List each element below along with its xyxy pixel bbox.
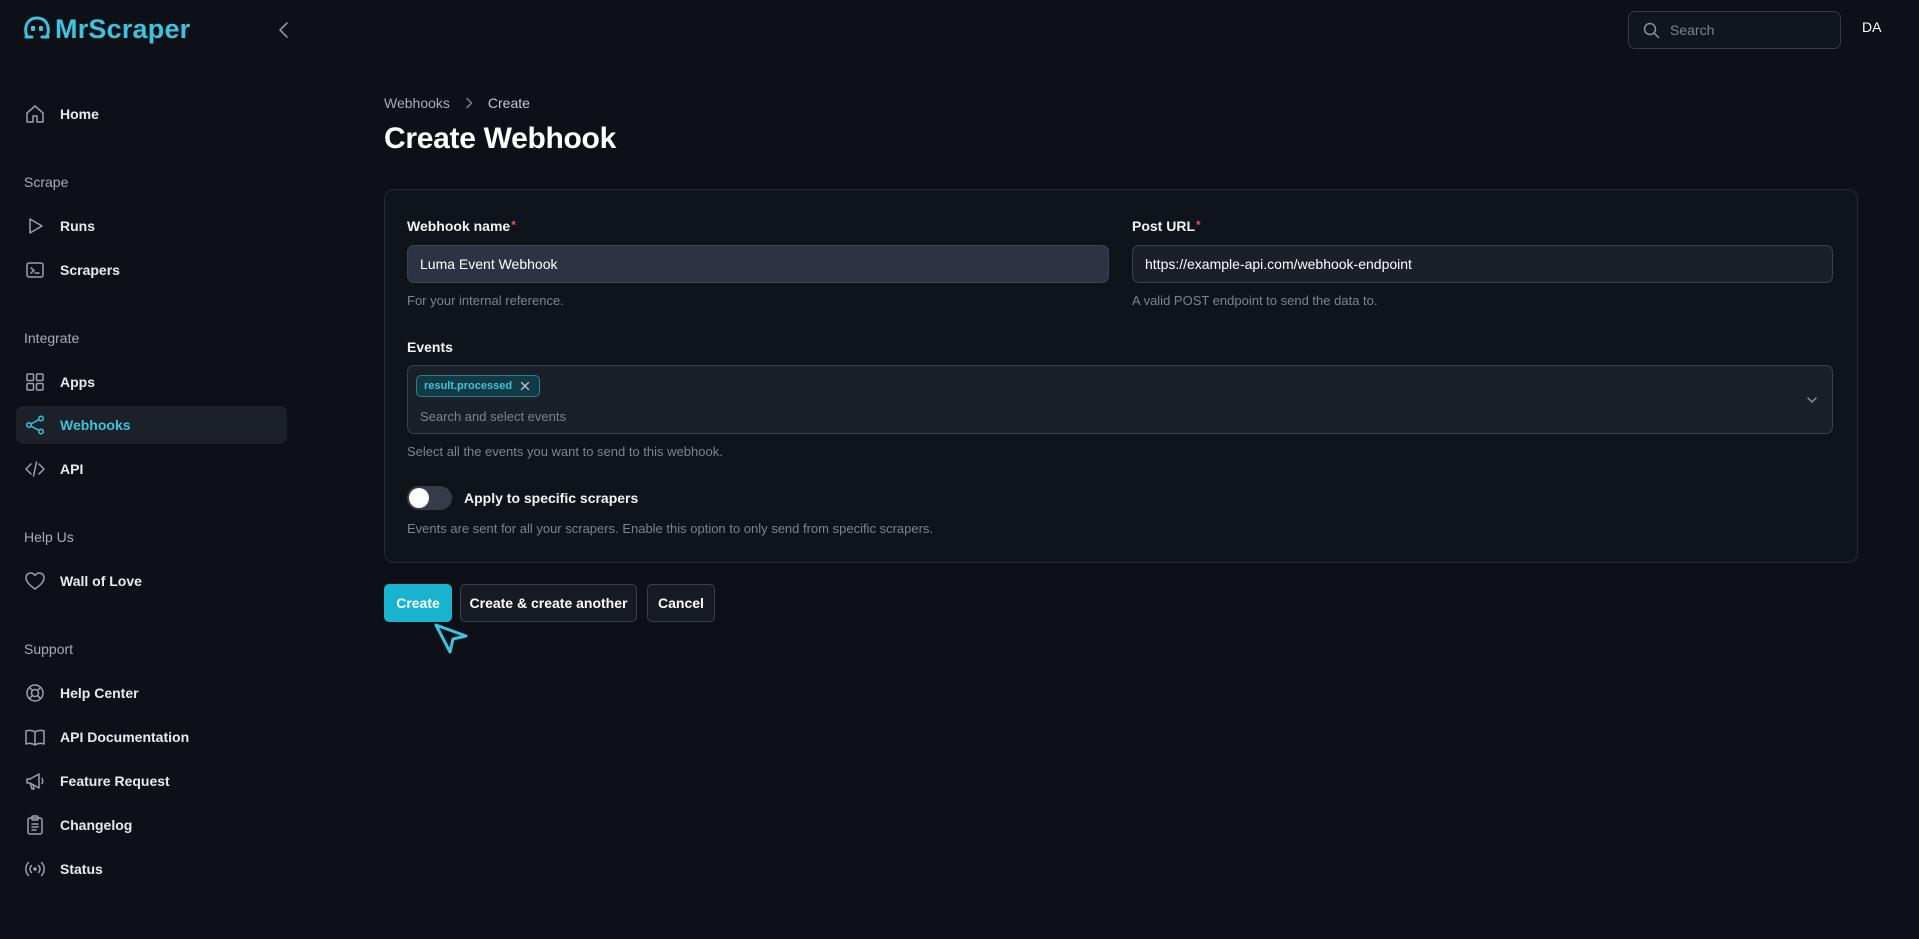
breadcrumb-webhooks-link[interactable]: Webhooks: [384, 95, 450, 111]
webhook-name-input[interactable]: [407, 245, 1109, 283]
sidebar-item-home[interactable]: Home: [16, 95, 287, 133]
sidebar-item-label: API Documentation: [60, 729, 190, 745]
app-logo[interactable]: MrScraper: [23, 12, 190, 46]
sidebar-item-changelog[interactable]: Changelog: [16, 806, 287, 844]
sidebar-item-label: Changelog: [60, 817, 133, 833]
book-icon: [25, 729, 45, 746]
app-name: MrScraper: [55, 13, 191, 44]
apply-specific-scrapers-toggle[interactable]: [407, 486, 452, 510]
post-url-hint: A valid POST endpoint to send the data t…: [1132, 293, 1378, 308]
sidebar-item-label: Home: [60, 106, 99, 122]
sidebar-item-api-documentation[interactable]: API Documentation: [16, 718, 287, 756]
remove-event-button[interactable]: [518, 379, 532, 393]
sidebar-item-label: Feature Request: [60, 773, 170, 789]
sidebar: MrScraper Home Scrape Runs Scrapers Inte…: [0, 0, 300, 939]
breadcrumb-current: Create: [487, 95, 530, 111]
chevron-down-icon[interactable]: [1804, 392, 1820, 408]
create-and-create-another-button[interactable]: Create & create another: [460, 584, 637, 622]
share-icon: [25, 415, 45, 435]
terminal-icon: [26, 262, 44, 278]
toggle-knob: [409, 488, 429, 508]
search-input[interactable]: [1670, 22, 1820, 38]
nav-group-scrape: Scrape: [24, 174, 69, 190]
required-marker: *: [511, 218, 516, 232]
event-chip: result.processed: [416, 375, 541, 397]
sidebar-item-scrapers[interactable]: Scrapers: [16, 251, 287, 289]
events-multiselect[interactable]: result.processed Search and select event…: [407, 365, 1833, 434]
sidebar-item-label: Apps: [60, 374, 95, 390]
required-marker: *: [1196, 218, 1201, 232]
sidebar-item-label: Runs: [60, 218, 95, 234]
events-hint: Select all the events you want to send t…: [407, 444, 723, 459]
logo-icon: [24, 16, 50, 39]
nav-group-integrate: Integrate: [24, 330, 80, 346]
nav-group-help-us: Help Us: [24, 529, 74, 545]
sidebar-item-wall-of-love[interactable]: Wall of Love: [16, 562, 287, 600]
sidebar-item-webhooks[interactable]: Webhooks: [16, 406, 287, 444]
breadcrumb: Webhooks Create: [384, 95, 530, 111]
clipboard-icon: [27, 815, 43, 835]
sidebar-item-label: Status: [60, 861, 103, 877]
webhook-name-label: Webhook name*: [407, 218, 516, 234]
signal-icon: [25, 861, 45, 877]
event-chip-label: result.processed: [424, 380, 513, 392]
lifebuoy-icon: [26, 684, 44, 702]
sidebar-item-label: Wall of Love: [60, 573, 142, 589]
apply-specific-scrapers-hint: Events are sent for all your scrapers. E…: [407, 521, 934, 536]
sidebar-item-status[interactable]: Status: [16, 850, 287, 888]
grid-icon: [26, 373, 44, 391]
sidebar-item-apps[interactable]: Apps: [16, 363, 287, 401]
events-search-placeholder[interactable]: Search and select events: [420, 409, 566, 424]
page-title: Create Webhook: [384, 122, 616, 155]
home-icon: [26, 105, 44, 123]
webhook-name-hint: For your internal reference.: [407, 293, 564, 308]
post-url-input[interactable]: [1132, 245, 1833, 283]
sidebar-item-label: API: [60, 461, 84, 477]
sidebar-item-runs[interactable]: Runs: [16, 207, 287, 245]
chevron-left-icon: [279, 22, 288, 38]
cancel-button[interactable]: Cancel: [647, 584, 715, 622]
heart-icon: [25, 572, 45, 590]
global-search[interactable]: [1628, 11, 1841, 49]
post-url-label: Post URL*: [1132, 218, 1201, 234]
user-avatar[interactable]: DA: [1862, 19, 1881, 35]
search-icon: [1643, 22, 1660, 38]
apply-specific-scrapers-label: Apply to specific scrapers: [464, 490, 639, 506]
sidebar-item-help-center[interactable]: Help Center: [16, 674, 287, 712]
play-icon: [29, 218, 43, 234]
mouse-cursor-icon: [434, 623, 468, 654]
nav-group-support: Support: [24, 641, 74, 657]
code-icon: [25, 461, 45, 477]
close-icon: [520, 381, 530, 391]
collapse-sidebar-button[interactable]: [272, 18, 296, 42]
create-button[interactable]: Create: [384, 584, 452, 622]
chevron-right-icon: [466, 97, 473, 109]
events-label: Events: [407, 339, 453, 355]
sidebar-item-feature-request[interactable]: Feature Request: [16, 762, 287, 800]
sidebar-item-label: Scrapers: [60, 262, 120, 278]
sidebar-item-label: Webhooks: [60, 417, 131, 433]
sidebar-item-api[interactable]: API: [16, 450, 287, 488]
sidebar-item-label: Help Center: [60, 685, 139, 701]
megaphone-icon: [26, 773, 44, 790]
